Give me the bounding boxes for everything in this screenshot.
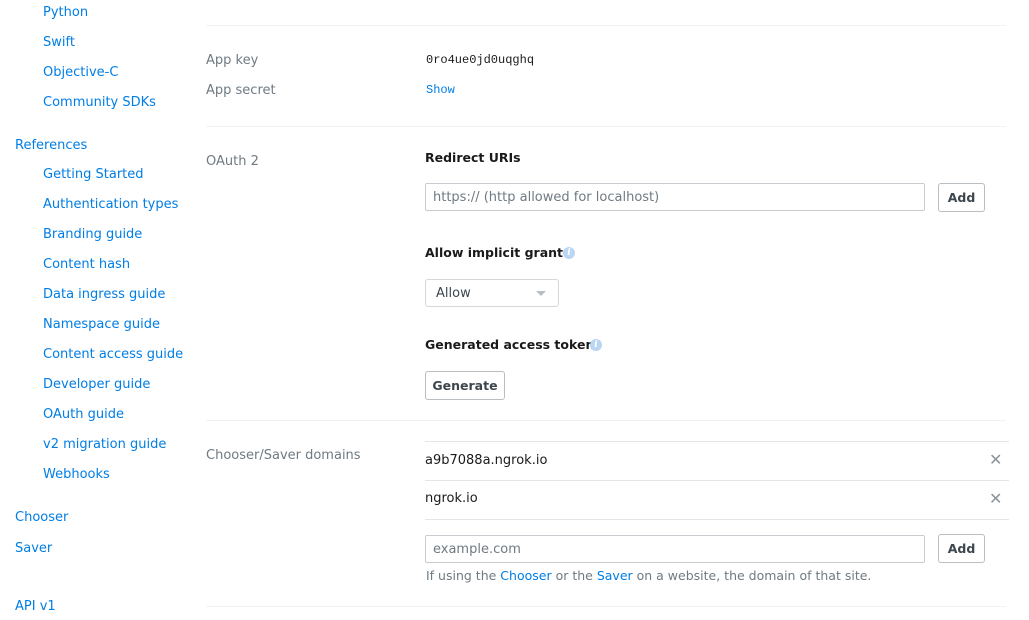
- divider: [425, 519, 1009, 520]
- sidebar-item-objective-c[interactable]: Objective-C: [43, 65, 118, 81]
- generated-access-token-title: Generated access token: [425, 337, 595, 352]
- sidebar-item-saver[interactable]: Saver: [15, 541, 52, 557]
- divider: [206, 606, 1006, 607]
- info-icon[interactable]: i: [590, 339, 602, 351]
- remove-domain-icon[interactable]: ✕: [989, 450, 1002, 469]
- show-secret-link[interactable]: Show: [426, 83, 455, 97]
- sidebar-item-python[interactable]: Python: [43, 5, 88, 21]
- add-domain-button[interactable]: Add: [938, 534, 985, 563]
- redirect-uri-input[interactable]: [425, 183, 925, 211]
- sidebar-item-data-ingress-guide[interactable]: Data ingress guide: [43, 287, 165, 303]
- sidebar-item-authentication-types[interactable]: Authentication types: [43, 197, 178, 213]
- oauth-label: OAuth 2: [206, 154, 259, 169]
- sidebar-item-developer-guide[interactable]: Developer guide: [43, 377, 150, 393]
- divider: [425, 480, 1009, 481]
- saver-link[interactable]: Saver: [597, 568, 633, 583]
- divider: [206, 420, 1006, 421]
- help-mid: or the: [551, 568, 597, 583]
- sidebar-item-webhooks[interactable]: Webhooks: [43, 467, 110, 483]
- info-icon[interactable]: i: [563, 247, 575, 259]
- domain-help-text: If using the Chooser or the Saver on a w…: [426, 568, 871, 583]
- implicit-grant-select[interactable]: Allow: [425, 279, 559, 307]
- generate-button[interactable]: Generate: [425, 371, 505, 400]
- chevron-down-icon: [536, 291, 546, 296]
- sidebar-item-namespace-guide[interactable]: Namespace guide: [43, 317, 160, 333]
- sidebar-item-getting-started[interactable]: Getting Started: [43, 167, 144, 183]
- chooser-link[interactable]: Chooser: [500, 568, 551, 583]
- help-suffix: on a website, the domain of that site.: [632, 568, 872, 583]
- sidebar-item-swift[interactable]: Swift: [43, 35, 75, 51]
- sidebar-item-oauth-guide[interactable]: OAuth guide: [43, 407, 124, 423]
- divider: [206, 126, 1006, 127]
- sidebar-item-references[interactable]: References: [15, 138, 87, 154]
- remove-domain-icon[interactable]: ✕: [989, 489, 1002, 508]
- sidebar-item-community-sdks[interactable]: Community SDKs: [43, 95, 156, 111]
- sidebar-item-content-access-guide[interactable]: Content access guide: [43, 347, 183, 363]
- app-key-label: App key: [206, 53, 259, 68]
- app-key-value: 0ro4ue0jd0uqghq: [426, 53, 535, 67]
- allow-implicit-grant-title: Allow implicit grant: [425, 245, 564, 260]
- domain-item: a9b7088a.ngrok.io: [425, 453, 548, 468]
- sidebar-item-branding-guide[interactable]: Branding guide: [43, 227, 142, 243]
- sidebar-item-v2-migration-guide[interactable]: v2 migration guide: [43, 437, 166, 453]
- chooser-saver-domains-label: Chooser/Saver domains: [206, 448, 361, 463]
- sidebar-item-api-v1[interactable]: API v1: [15, 599, 56, 615]
- divider: [206, 25, 1006, 26]
- help-prefix: If using the: [426, 568, 501, 583]
- domain-input[interactable]: [425, 535, 925, 563]
- redirect-uris-title: Redirect URIs: [425, 150, 521, 165]
- domain-item: ngrok.io: [425, 491, 478, 506]
- sidebar-item-content-hash[interactable]: Content hash: [43, 257, 130, 273]
- implicit-grant-value: Allow: [436, 286, 471, 301]
- divider: [425, 441, 1009, 442]
- app-secret-label: App secret: [206, 83, 276, 98]
- add-redirect-uri-button[interactable]: Add: [938, 183, 985, 212]
- sidebar-item-chooser[interactable]: Chooser: [15, 510, 68, 526]
